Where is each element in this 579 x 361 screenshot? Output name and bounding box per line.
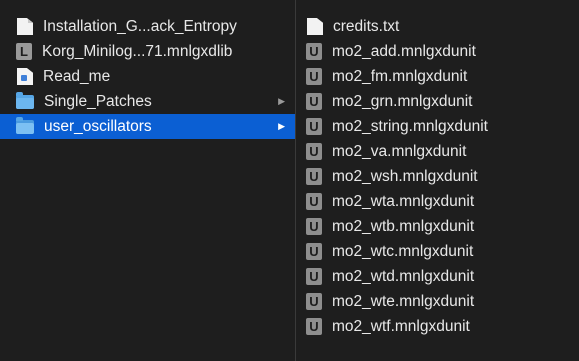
file-row-read-me[interactable]: Read_me [0, 64, 295, 89]
file-name: Installation_G...ack_Entropy [43, 17, 237, 35]
file-row-unit[interactable]: U mo2_wsh.mnlgxdunit [296, 164, 579, 189]
unit-U-icon: U [306, 293, 322, 310]
file-row-unit[interactable]: U mo2_wtc.mnlgxdunit [296, 239, 579, 264]
unit-U-icon: U [306, 218, 322, 235]
unit-U-icon: U [306, 193, 322, 210]
file-row-unit[interactable]: U mo2_va.mnlgxdunit [296, 139, 579, 164]
file-name: Korg_Minilog...71.mnlgxdlib [42, 42, 233, 60]
file-row-unit[interactable]: U mo2_wtf.mnlgxdunit [296, 314, 579, 339]
unit-U-icon: U [306, 68, 322, 85]
file-name: mo2_wtb.mnlgxdunit [332, 217, 475, 235]
folder-icon [16, 92, 34, 109]
readme-document-icon [17, 68, 33, 85]
unit-U-icon: U [306, 43, 322, 60]
folder-row-single-patches[interactable]: Single_Patches ▶ [0, 89, 295, 114]
file-name: mo2_wsh.mnlgxdunit [332, 167, 478, 185]
file-name: mo2_grn.mnlgxdunit [332, 92, 473, 110]
file-name: mo2_string.mnlgxdunit [332, 117, 488, 135]
unit-U-icon: U [306, 93, 322, 110]
unit-U-icon: U [306, 243, 322, 260]
chevron-right-icon: ▶ [278, 121, 285, 131]
file-name: Read_me [43, 67, 111, 85]
unit-U-icon: U [306, 168, 322, 185]
file-row-unit[interactable]: U mo2_wta.mnlgxdunit [296, 189, 579, 214]
parent-folder-column[interactable]: Installation_G...ack_Entropy L Korg_Mini… [0, 0, 296, 361]
file-name: mo2_wta.mnlgxdunit [332, 192, 475, 210]
unit-U-icon: U [306, 318, 322, 335]
unit-U-icon: U [306, 143, 322, 160]
folder-contents-column[interactable]: credits.txt U mo2_add.mnlgxdunit U mo2_f… [296, 0, 579, 361]
folder-name: user_oscillators [44, 117, 152, 135]
folder-name: Single_Patches [44, 92, 152, 110]
file-row-credits[interactable]: credits.txt [296, 14, 579, 39]
folder-icon [16, 117, 34, 134]
file-name: credits.txt [333, 17, 400, 35]
file-row-installation-guide[interactable]: Installation_G...ack_Entropy [0, 14, 295, 39]
file-name: mo2_wtc.mnlgxdunit [332, 242, 474, 260]
file-name: mo2_add.mnlgxdunit [332, 42, 476, 60]
finder-column-browser: Installation_G...ack_Entropy L Korg_Mini… [0, 0, 579, 361]
unit-U-icon: U [306, 118, 322, 135]
file-name: mo2_wtf.mnlgxdunit [332, 317, 470, 335]
folder-row-user-oscillators[interactable]: user_oscillators ▶ [0, 114, 295, 139]
text-document-icon [307, 18, 323, 35]
file-row-korg-library[interactable]: L Korg_Minilog...71.mnlgxdlib [0, 39, 295, 64]
file-name: mo2_va.mnlgxdunit [332, 142, 467, 160]
file-row-unit[interactable]: U mo2_wtb.mnlgxdunit [296, 214, 579, 239]
file-row-unit[interactable]: U mo2_grn.mnlgxdunit [296, 89, 579, 114]
file-row-unit[interactable]: U mo2_wte.mnlgxdunit [296, 289, 579, 314]
file-name: mo2_wtd.mnlgxdunit [332, 267, 475, 285]
file-row-unit[interactable]: U mo2_wtd.mnlgxdunit [296, 264, 579, 289]
file-row-unit[interactable]: U mo2_add.mnlgxdunit [296, 39, 579, 64]
unit-U-icon: U [306, 268, 322, 285]
file-name: mo2_wte.mnlgxdunit [332, 292, 475, 310]
library-L-icon: L [16, 43, 32, 60]
chevron-right-icon: ▶ [278, 96, 285, 106]
file-row-unit[interactable]: U mo2_string.mnlgxdunit [296, 114, 579, 139]
file-row-unit[interactable]: U mo2_fm.mnlgxdunit [296, 64, 579, 89]
document-icon [17, 18, 33, 35]
file-name: mo2_fm.mnlgxdunit [332, 67, 468, 85]
